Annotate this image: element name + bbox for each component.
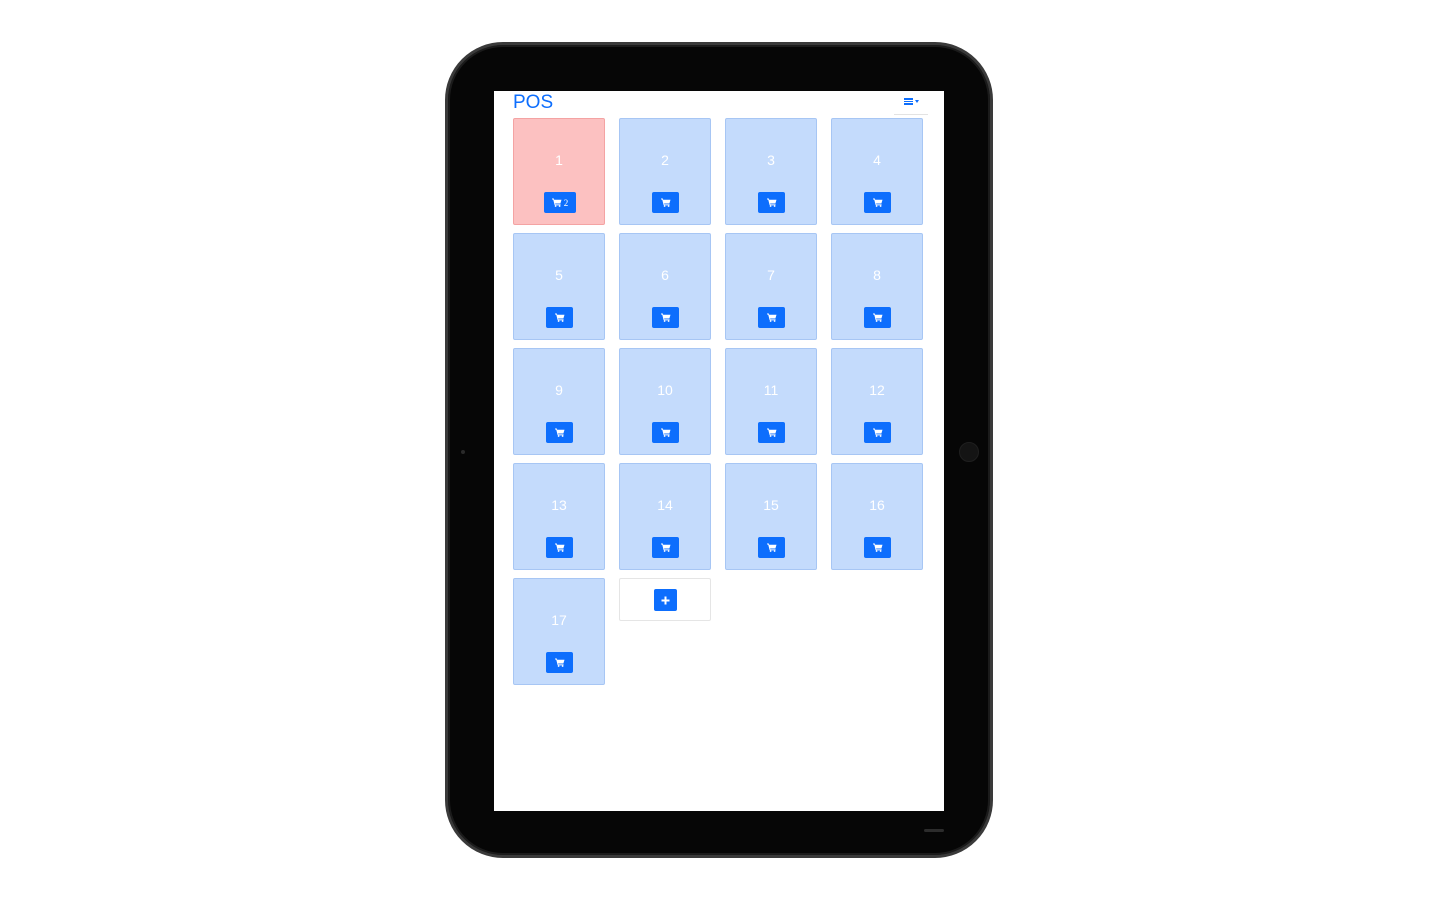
table-cart-button[interactable] <box>652 192 679 213</box>
table-number: 17 <box>551 612 567 628</box>
table-number: 13 <box>551 497 567 513</box>
shopping-cart-icon <box>660 428 671 437</box>
table-tile[interactable]: 11 <box>725 348 817 455</box>
shopping-cart-icon <box>872 543 883 552</box>
table-cart-button[interactable] <box>864 192 891 213</box>
table-tile[interactable]: 8 <box>831 233 923 340</box>
shopping-cart-icon <box>872 313 883 322</box>
shopping-cart-icon <box>766 428 777 437</box>
bars-icon <box>904 98 913 105</box>
table-cart-button[interactable] <box>546 652 573 673</box>
table-tile[interactable]: 12 <box>513 118 605 225</box>
table-number: 15 <box>763 497 779 513</box>
table-cart-button[interactable]: 2 <box>544 192 576 213</box>
table-tile[interactable]: 12 <box>831 348 923 455</box>
table-cart-button[interactable] <box>758 192 785 213</box>
app-screen: POS 1 2 2 3 4 5 6 7 8 9 10 11 12 13 14 15 16 17 <box>494 91 944 811</box>
add-table-button[interactable] <box>654 589 677 611</box>
shopping-cart-icon <box>766 198 777 207</box>
table-cart-button[interactable] <box>652 307 679 328</box>
table-number: 1 <box>555 152 563 168</box>
table-number: 5 <box>555 267 563 283</box>
table-tile[interactable]: 6 <box>619 233 711 340</box>
shopping-cart-icon <box>554 543 565 552</box>
table-cart-button[interactable] <box>864 422 891 443</box>
table-number: 11 <box>763 382 779 398</box>
shopping-cart-icon <box>660 313 671 322</box>
table-cart-button[interactable] <box>758 537 785 558</box>
table-cart-button[interactable] <box>652 537 679 558</box>
table-number: 6 <box>661 267 669 283</box>
shopping-cart-icon <box>554 658 565 667</box>
table-tile[interactable]: 13 <box>513 463 605 570</box>
table-tile[interactable]: 2 <box>619 118 711 225</box>
table-number: 8 <box>873 267 881 283</box>
navbar: POS <box>494 91 944 115</box>
table-tile[interactable]: 10 <box>619 348 711 455</box>
menu-dropdown-toggle[interactable] <box>894 91 928 115</box>
table-number: 10 <box>657 382 673 398</box>
table-tile[interactable]: 16 <box>831 463 923 570</box>
table-number: 16 <box>869 497 885 513</box>
table-tile[interactable]: 14 <box>619 463 711 570</box>
table-cart-button[interactable] <box>864 537 891 558</box>
shopping-cart-icon <box>872 428 883 437</box>
table-tile[interactable]: 4 <box>831 118 923 225</box>
shopping-cart-icon <box>766 313 777 322</box>
shopping-cart-icon <box>872 198 883 207</box>
table-cart-button[interactable] <box>864 307 891 328</box>
table-cart-button[interactable] <box>652 422 679 443</box>
shopping-cart-icon <box>554 428 565 437</box>
table-tile[interactable]: 7 <box>725 233 817 340</box>
shopping-cart-icon <box>554 313 565 322</box>
add-table-card <box>619 578 711 621</box>
shopping-cart-icon <box>766 543 777 552</box>
table-number: 9 <box>555 382 563 398</box>
table-tile[interactable]: 5 <box>513 233 605 340</box>
table-cart-button[interactable] <box>546 422 573 443</box>
plus-icon <box>661 596 670 604</box>
table-number: 7 <box>767 267 775 283</box>
table-number: 14 <box>657 497 673 513</box>
caret-down-icon <box>915 100 919 103</box>
table-cart-button[interactable] <box>546 307 573 328</box>
table-cart-button[interactable] <box>758 422 785 443</box>
brand-title[interactable]: POS <box>513 92 553 114</box>
tablet-speaker <box>924 829 944 832</box>
table-cart-button[interactable] <box>758 307 785 328</box>
shopping-cart-icon <box>660 198 671 207</box>
table-tile[interactable]: 3 <box>725 118 817 225</box>
table-number: 12 <box>869 382 885 398</box>
table-tile[interactable]: 15 <box>725 463 817 570</box>
shopping-cart-icon <box>660 543 671 552</box>
table-number: 3 <box>767 152 775 168</box>
table-tile[interactable]: 9 <box>513 348 605 455</box>
tablet-sensor <box>461 450 465 454</box>
tablet-home-button <box>959 442 979 462</box>
cart-item-count: 2 <box>563 197 569 208</box>
table-number: 4 <box>873 152 881 168</box>
shopping-cart-icon <box>551 198 562 207</box>
table-number: 2 <box>661 152 669 168</box>
table-cart-button[interactable] <box>546 537 573 558</box>
table-tile[interactable]: 17 <box>513 578 605 685</box>
